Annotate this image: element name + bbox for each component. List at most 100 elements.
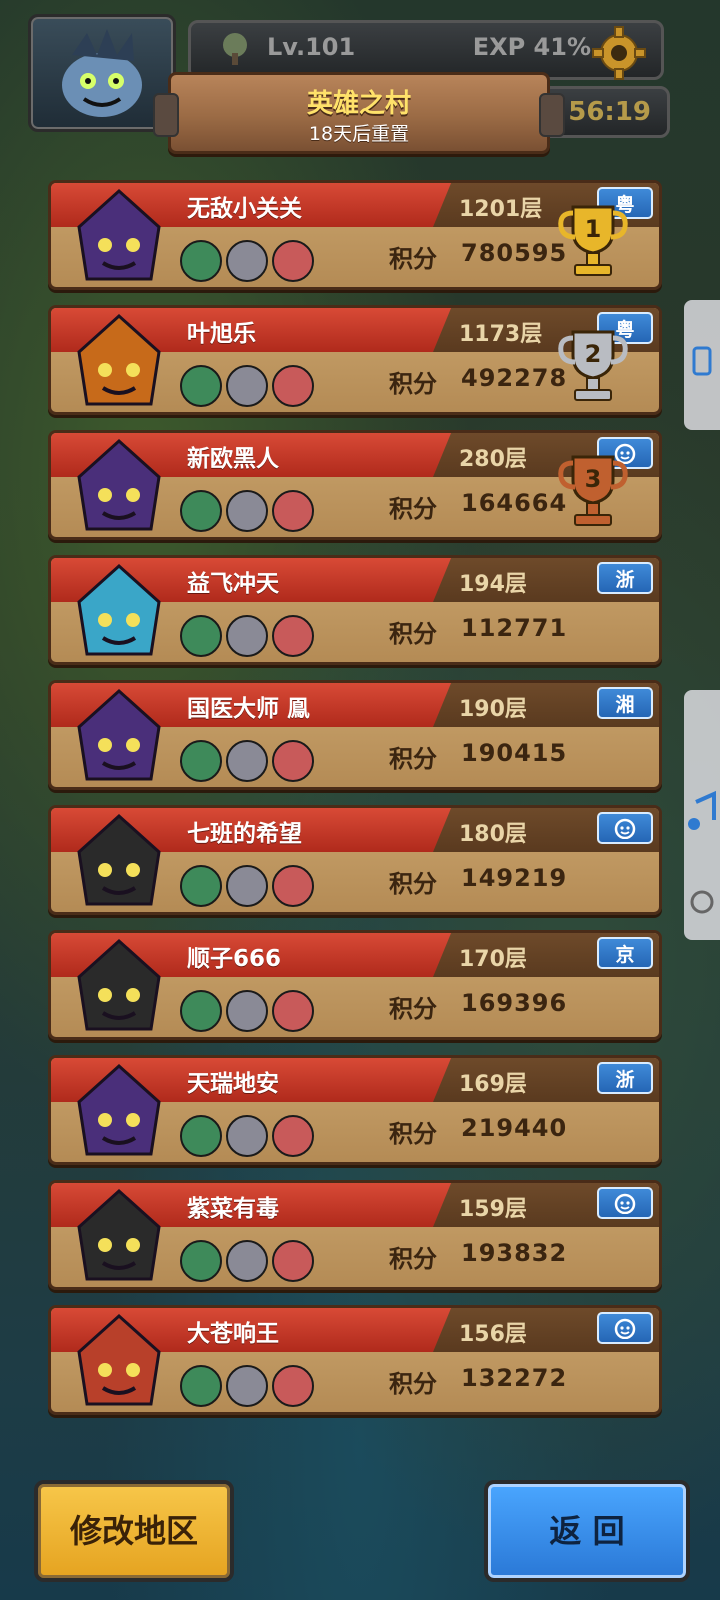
pet-team-icon [180,240,314,282]
gold-trophy-icon: 1 [558,205,628,276]
leaderboard-row[interactable]: 国医大师 鳯 190层 积分 190415 湘 [48,680,662,790]
music-note-icon [688,790,716,914]
svg-text:3: 3 [585,465,602,493]
region-badge: 湘 [597,687,653,719]
leaderboard-row[interactable]: 益飞冲天 194层 积分 112771 浙 [48,555,662,665]
region-badge: 浙 [597,1062,653,1094]
pet-team-icon [180,1365,314,1407]
player-name: 新欧黑人 [187,446,279,472]
hero-avatar-icon [77,688,161,781]
region-badge: 浙 [597,562,653,594]
score-label: 积分 [389,870,437,898]
score-label: 积分 [389,1245,437,1273]
pet-team-icon [180,615,314,657]
level-bar: Lv.101 EXP 41% [188,20,664,80]
score-value: 780595 [461,239,568,267]
banner-subtitle: 18天后重置 [308,123,410,145]
score-value: 219440 [461,1114,568,1142]
leaderboard-row[interactable]: 无敌小关关 1201层 积分 780595 粤 1 [48,180,662,290]
silver-trophy-icon: 2 [558,330,628,401]
score-value: 193832 [461,1239,568,1267]
pet-team-icon [180,865,314,907]
region-badge: 京 [597,937,653,969]
floor-count: 156层 [459,1322,527,1347]
player-name: 国医大师 鳯 [187,696,311,722]
leaderboard-row[interactable]: 顺子666 170层 积分 169396 京 [48,930,662,1040]
player-name: 叶旭乐 [187,321,256,347]
floor-count: 1173层 [459,322,543,347]
score-label: 积分 [389,620,437,648]
leaderboard-row[interactable]: 天瑞地安 169层 积分 219440 浙 [48,1055,662,1165]
change-region-button[interactable]: 修改地区 [34,1480,234,1582]
tree-icon [223,33,247,65]
exp-text: EXP 41% [472,33,591,61]
pet-team-icon [180,990,314,1032]
avatar-monster-icon [62,29,142,117]
face-icon [614,818,636,840]
leaderboard-row[interactable]: 七班的希望 180层 积分 149219 [48,805,662,915]
svg-text:1: 1 [585,215,602,243]
score-label: 积分 [389,370,437,398]
player-name: 无敌小关关 [187,196,302,222]
player-name: 大苍响王 [187,1321,279,1347]
score-label: 积分 [389,995,437,1023]
side-tab-phone[interactable] [684,300,720,430]
score-value: 190415 [461,739,568,767]
score-label: 积分 [389,245,437,273]
settings-gear-icon[interactable] [591,25,647,81]
leaderboard-row[interactable]: 叶旭乐 1173层 积分 492278 粤 2 [48,305,662,415]
hero-avatar-icon [77,1313,161,1406]
score-value: 112771 [461,614,568,642]
pet-team-icon [180,490,314,532]
hero-avatar-icon [77,188,161,281]
hero-avatar-icon [77,1188,161,1281]
score-label: 积分 [389,1120,437,1148]
svg-text:2: 2 [585,340,602,368]
leaderboard-row[interactable]: 紫菜有毒 159层 积分 193832 [48,1180,662,1290]
side-tab-media[interactable] [684,690,720,940]
score-value: 132272 [461,1364,568,1392]
hero-avatar-icon [77,313,161,406]
floor-count: 170层 [459,947,527,972]
pet-team-icon [180,1115,314,1157]
hero-avatar-icon [77,813,161,906]
region-badge-unset [597,1187,653,1219]
hero-avatar-icon [77,1063,161,1156]
back-button[interactable]: 返 回 [484,1480,690,1582]
banner-title: 英雄之村 [306,89,411,119]
floor-count: 194层 [459,572,527,597]
face-icon [614,1193,636,1215]
score-label: 积分 [389,495,437,523]
score-value: 164664 [461,489,568,517]
player-name: 益飞冲天 [187,571,279,597]
player-name: 顺子666 [187,946,282,972]
floor-count: 280层 [459,447,527,472]
floor-count: 180层 [459,822,527,847]
village-banner: 英雄之村 18天后重置 [153,72,565,154]
region-badge-unset [597,1312,653,1344]
score-label: 积分 [389,1370,437,1398]
score-value: 492278 [461,364,568,392]
face-icon [614,1318,636,1340]
hero-avatar-icon [77,563,161,656]
bronze-trophy-icon: 3 [558,455,628,526]
floor-count: 159层 [459,1197,527,1222]
pet-team-icon [180,740,314,782]
region-badge-unset [597,812,653,844]
level-text: Lv.101 [267,33,356,61]
phone-icon [692,346,712,376]
leaderboard-row[interactable]: 新欧黑人 280层 积分 164664 3 [48,430,662,540]
player-name: 七班的希望 [187,821,302,847]
score-value: 169396 [461,989,568,1017]
leaderboard-row[interactable]: 大苍响王 156层 积分 132272 [48,1305,662,1415]
floor-count: 190层 [459,697,527,722]
pet-team-icon [180,365,314,407]
player-name: 紫菜有毒 [187,1196,279,1222]
player-name: 天瑞地安 [187,1071,279,1097]
leaderboard-list[interactable]: 无敌小关关 1201层 积分 780595 粤 1 叶旭乐 1173层 积分 4… [48,180,662,1430]
pet-team-icon [180,1240,314,1282]
floor-count: 169层 [459,1072,527,1097]
hero-avatar-icon [77,438,161,531]
score-label: 积分 [389,745,437,773]
score-value: 149219 [461,864,568,892]
